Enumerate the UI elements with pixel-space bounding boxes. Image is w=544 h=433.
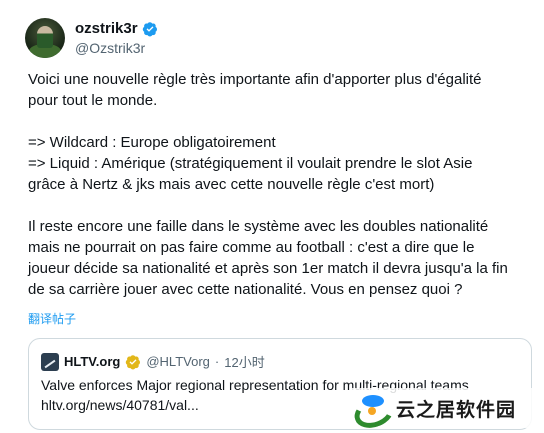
quoted-author-name[interactable]: HLTV.org bbox=[64, 354, 120, 369]
tweet-text-line: Voici une nouvelle règle très importante… bbox=[28, 71, 482, 88]
watermark-text: 云之居软件园 bbox=[396, 399, 517, 421]
hltv-logo-icon bbox=[41, 352, 59, 371]
author-avatar[interactable] bbox=[25, 18, 65, 58]
author-display-name[interactable]: ozstrik3r bbox=[75, 20, 138, 38]
author-handle[interactable]: @Ozstrik3r bbox=[75, 39, 158, 57]
watermark-logo-icon bbox=[350, 393, 398, 433]
quoted-timestamp[interactable]: 12小时 bbox=[224, 352, 264, 371]
tweet-text-line: mais ne pourrait on pas faire comme au f… bbox=[28, 239, 475, 256]
name-row: ozstrik3r bbox=[75, 20, 158, 38]
tweet-header: ozstrik3r @Ozstrik3r bbox=[25, 18, 158, 58]
tweet-body: Voici une nouvelle règle très importante… bbox=[28, 69, 528, 300]
quoted-author-handle[interactable]: @HLTVorg bbox=[146, 354, 210, 369]
quoted-tweet-link[interactable]: hltv.org/news/40781/val... bbox=[41, 397, 199, 413]
tweet-text-line: de sa carrière jouer avec cette national… bbox=[28, 281, 463, 298]
tweet-text-line: grâce à Nertz & jks mais avec cette nouv… bbox=[28, 176, 435, 193]
verified-gold-badge-icon bbox=[126, 354, 141, 369]
tweet-text-line: => Wildcard : Europe obligatoirement bbox=[28, 134, 276, 151]
watermark: 云之居软件园 bbox=[350, 388, 542, 433]
tweet-text-line: pour tout le monde. bbox=[28, 92, 158, 109]
tweet-text-line: => Liquid : Amérique (stratégiquement il… bbox=[28, 155, 473, 172]
separator-dot: · bbox=[214, 354, 220, 369]
verified-badge-icon bbox=[142, 21, 157, 36]
tweet-text-line: Il reste encore une faille dans le systè… bbox=[28, 218, 489, 235]
quoted-tweet-header: HLTV.org @HLTVorg · 12小时 bbox=[41, 352, 265, 371]
translate-post-link[interactable]: 翻译帖子 bbox=[28, 310, 76, 327]
tweet-text-line: joueur décide sa nationalité et après so… bbox=[28, 260, 508, 277]
author-names: ozstrik3r @Ozstrik3r bbox=[75, 20, 158, 57]
avatar-figure bbox=[37, 26, 53, 48]
